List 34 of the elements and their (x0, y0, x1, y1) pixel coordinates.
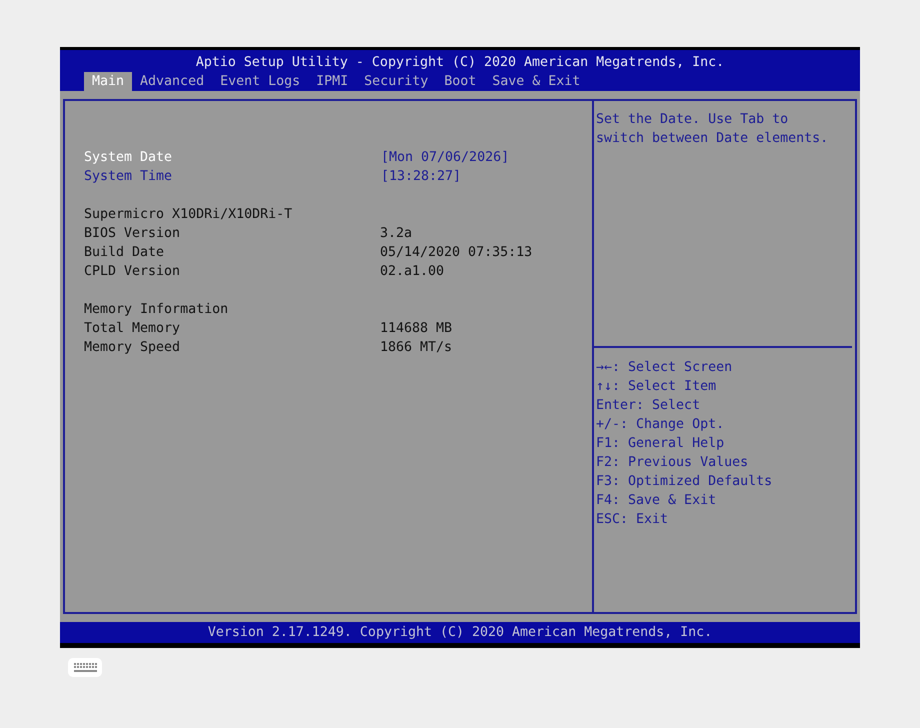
key-hint: →←: Select Screen (596, 359, 732, 377)
info-value: 02.a1.00 (380, 263, 444, 281)
menu-tab[interactable]: Boot (436, 72, 484, 91)
help-text: Set the Date. Use Tab to switch between Date elements. (596, 111, 830, 148)
key-hint: F1: General Help (596, 435, 724, 453)
key-hint: F2: Previous Values (596, 454, 748, 472)
key-hint: +/-: Change Opt. (596, 416, 724, 434)
info-label: Total Memory (84, 320, 180, 338)
info-label: Memory Speed (84, 339, 180, 357)
section-heading: Memory Information (84, 301, 228, 319)
key-hint: F4: Save & Exit (596, 492, 716, 510)
section-heading: Supermicro X10DRi/X10DRi-T (84, 206, 292, 224)
setting-value[interactable]: [13:28:27] (381, 167, 462, 186)
menu-tab[interactable]: Event Logs (212, 72, 308, 91)
info-label: BIOS Version (84, 225, 180, 243)
setting-label[interactable]: System Time (84, 167, 172, 186)
key-hint: F3: Optimized Defaults (596, 473, 772, 491)
info-label: CPLD Version (84, 263, 180, 281)
info-value: 05/14/2020 07:35:13 (380, 244, 532, 262)
info-label: Build Date (84, 244, 164, 262)
key-hint: ↑↓: Select Item (596, 378, 716, 396)
info-value: 114688 MB (380, 320, 452, 338)
version-text: Version 2.17.1249. Copyright (C) 2020 American Megatrends, Inc. (208, 625, 712, 640)
window-title: Aptio Setup Utility - Copyright (C) 2020 American Megatrends, Inc. (194, 54, 726, 72)
menu-tab[interactable]: Save & Exit (484, 72, 588, 91)
menu-tab[interactable]: Security (356, 72, 436, 91)
key-hint: ESC: Exit (596, 511, 668, 529)
info-value: 3.2a (380, 225, 412, 243)
keyboard-icon[interactable] (68, 658, 102, 677)
info-value: 1866 MT/s (380, 339, 452, 357)
key-hint: Enter: Select (596, 397, 700, 415)
menu-tab[interactable]: Advanced (132, 72, 212, 91)
menu-tab[interactable]: IPMI (308, 72, 356, 91)
setting-value[interactable]: [Mon 07/06/2026] (381, 148, 510, 167)
